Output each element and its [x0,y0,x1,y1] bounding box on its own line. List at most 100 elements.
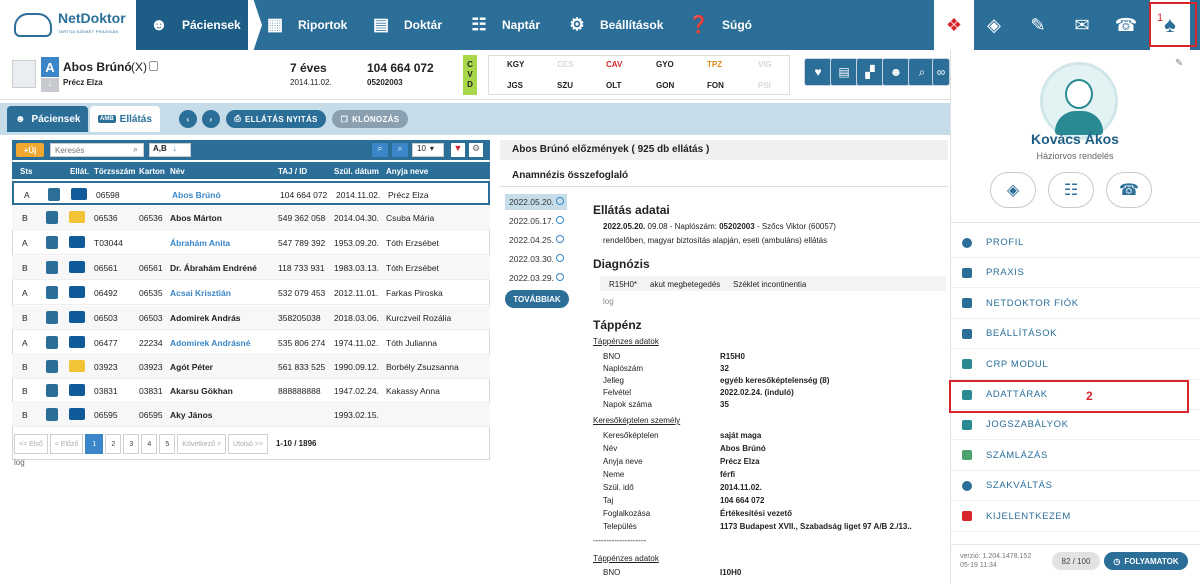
bell-icon[interactable]: ◈ [974,0,1014,50]
table-row[interactable]: A 06477 22234 Adomirek Andrásné 535 806 274 1… [12,331,490,355]
col-szul[interactable]: Szül. dátum [334,167,379,176]
bed-icon[interactable]: ▞ [856,58,884,86]
nav-doctar[interactable]: ▤ Doktár [368,0,460,50]
edit-icon[interactable]: ✎ [1175,58,1183,69]
table-row[interactable]: B 06503 06503 Adomirek András 358205038 2018.… [12,306,490,330]
page-2[interactable]: 2 [105,434,122,454]
folder-doc-icon[interactable] [46,336,58,349]
folder-doc-icon[interactable] [46,236,58,249]
col-karton[interactable]: Karton [139,167,165,176]
bell-icon[interactable]: ◈ [990,172,1036,208]
menu-item-jogszabalyok[interactable]: JOGSZABÁLYOK [950,410,1200,441]
col-taj[interactable]: TAJ / ID [278,167,307,176]
folder-doc-icon[interactable] [46,384,58,397]
page-next[interactable]: Következő > [177,434,227,454]
more-button[interactable]: TOVÁBBIAK [505,290,569,308]
tab-patients[interactable]: ☻ Páciensek [7,106,89,132]
folder-icon[interactable] [69,384,85,396]
brand-rings-icon[interactable]: ❖ [934,0,974,50]
add-button[interactable]: +Új [16,143,44,157]
zoom-in-icon[interactable]: ⌕ [372,143,388,157]
row-name[interactable]: Adomirek Andrásné [170,338,250,348]
table-row[interactable]: A 06492 06535 Acsai Krisztián 532 079 453 201… [12,281,490,305]
folder-icon[interactable] [69,408,85,420]
history-date-item[interactable]: 2022.03.30. [505,251,567,267]
search-input[interactable] [50,143,144,157]
page-prev[interactable]: < Előző [49,434,84,454]
menu-item-szamlazas[interactable]: SZÁMLÁZÁS [950,441,1200,471]
menu-item-crp-modul[interactable]: CRP MODUL [950,350,1200,380]
tab-care[interactable]: AMB Ellátás [90,106,160,132]
col-ellat[interactable]: Ellát. [70,167,89,176]
open-care-button[interactable]: ⎙ ELLÁTÁS NYITÁS [226,110,326,128]
folder-doc-icon[interactable] [46,360,58,373]
gear-icon[interactable]: ⚙ [469,143,483,157]
col-torzsszam[interactable]: Törzsszám [94,167,135,176]
menu-item-praxis[interactable]: PRAXIS [950,258,1200,289]
menu-item-profil[interactable]: PROFIL [950,228,1200,258]
history-date-item[interactable]: 2022.05.17. [505,213,567,229]
folder-doc-icon[interactable] [48,188,60,201]
next-button[interactable]: › [202,110,220,128]
table-row[interactable]: B 06595 06595 Aky János 1993.02.15. [12,403,490,427]
clipboard-icon[interactable]: ✎ [1018,0,1058,50]
history-date-item[interactable]: 2022.04.25. [505,232,567,248]
folder-icon[interactable] [69,336,85,348]
page-3[interactable]: 3 [123,434,140,454]
folder-doc-icon[interactable] [46,211,58,224]
folder-doc-icon[interactable] [46,286,58,299]
nav-patients[interactable]: ☻ Páciensek [136,0,248,50]
page-4[interactable]: 4 [141,434,158,454]
table-row[interactable]: A T03044 Ábrahám Anita 547 789 392 1953.09.2… [12,231,490,255]
table-row[interactable]: B 03831 03831 Akarsu Gökhan 888888888 1947.02… [12,379,490,403]
link-icon[interactable]: ∞ [932,58,950,86]
stethoscope-icon[interactable] [149,61,158,71]
anamnesis-title[interactable]: Anamnézis összefoglaló [500,166,948,186]
nav-reports[interactable]: ▦ Riportok [262,0,362,50]
page-5[interactable]: 5 [159,434,176,454]
table-row[interactable]: B 06561 06561 Dr. Ábrahám Endréné 118 733 93… [12,256,490,280]
document-icon[interactable]: ▤ [830,58,858,86]
table-row[interactable]: B 03923 03923 Agót Péter 561 833 525 1990.09.… [12,355,490,379]
row-name[interactable]: Ábrahám Anita [170,238,230,248]
zoom-out-icon[interactable]: ⌕ [392,143,408,157]
clone-button[interactable]: ❐ KLÓNOZÁS [332,110,408,128]
folder-icon[interactable] [71,188,87,200]
row-name[interactable]: Acsai Krisztián [170,288,231,298]
search-icon[interactable]: ⌕ [133,144,138,155]
table-row[interactable]: B 06536 06536 Abos Márton 549 362 058 2014.04… [12,206,490,230]
folder-icon[interactable] [69,286,85,298]
app-logo[interactable]: NetDoktor TARTSA SZEMÉT PRAXISÁN [0,0,136,50]
folder-icon[interactable] [69,360,85,372]
col-anya[interactable]: Anyja neve [386,167,428,176]
folder-icon[interactable] [69,311,85,323]
row-name[interactable]: Abos Brúnó [172,190,221,200]
menu-item-kijelentkezem[interactable]: KIJELENTKEZEM [950,502,1200,532]
folder-icon[interactable] [69,211,85,223]
menu-item-beallitasok[interactable]: BEÁLLÍTÁSOK [950,319,1200,350]
menu-item-szakvaltas[interactable]: SZAKVÁLTÁS [950,471,1200,502]
folder-doc-icon[interactable] [46,311,58,324]
nav-calendar[interactable]: ☷ Naptár [466,0,558,50]
list-log-link[interactable]: log [14,458,25,467]
prev-button[interactable]: ‹ [179,110,197,128]
page-size-select[interactable]: 10 ▾ [412,143,444,157]
nav-help[interactable]: ❓ Súgó [686,0,766,50]
history-date-item[interactable]: 2022.05.20. [505,194,567,210]
history-date-item[interactable]: 2022.03.29. [505,270,567,286]
col-nev[interactable]: Név [170,167,185,176]
folder-doc-icon[interactable] [46,261,58,274]
folder-icon[interactable] [69,261,85,273]
page-last[interactable]: Utolsó >> [228,434,268,454]
diagnosis-log-link[interactable]: log [603,297,614,306]
phone-info-icon[interactable]: ☎ [1106,0,1146,50]
phone-info-icon[interactable]: ☎ [1106,172,1152,208]
person-icon[interactable]: ☻ [882,58,910,86]
sort-select[interactable]: A,B ↓ [149,143,191,157]
calendar-icon[interactable]: ☷ [1048,172,1094,208]
heart-monitor-icon[interactable]: ♥ [804,58,832,86]
folder-icon[interactable] [69,236,85,248]
page-1[interactable]: 1 [85,434,104,454]
menu-item-netdoktor-fiok[interactable]: NETDOKTOR FIÓK [950,289,1200,319]
chevron-down-icon[interactable]: ↓ [41,78,59,92]
